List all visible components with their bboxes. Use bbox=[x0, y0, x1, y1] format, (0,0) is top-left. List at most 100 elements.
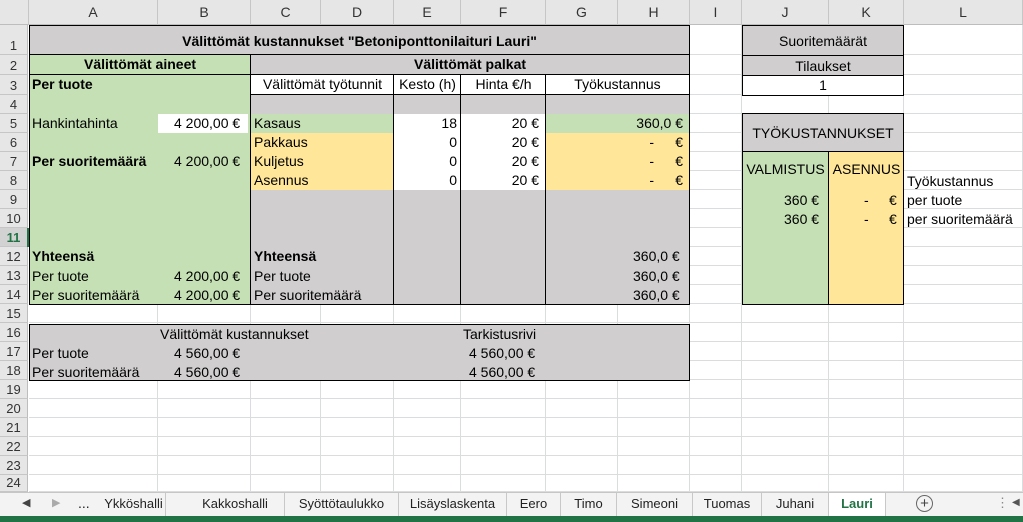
aineet-sum-per-suorite-value[interactable]: 4 200,00 € bbox=[174, 287, 240, 303]
sheet-tab-lauri[interactable]: Lauri bbox=[829, 493, 886, 518]
sheet-tab-tuomas[interactable]: Tuomas bbox=[693, 493, 762, 516]
summary-per-tuote-check[interactable]: 4 560,00 € bbox=[469, 345, 535, 361]
column-header-f[interactable]: F bbox=[461, 0, 546, 25]
palkat-row-name[interactable]: Asennus bbox=[251, 171, 393, 190]
summary-header[interactable]: Välittömät kustannukset bbox=[160, 326, 309, 342]
sheet-tab-ykköshalli[interactable]: Ykköshalli bbox=[102, 493, 166, 516]
palkat-header[interactable]: Välittömät palkat bbox=[251, 55, 690, 75]
asennus-header[interactable]: ASENNUS bbox=[829, 161, 904, 177]
palkat-row-name[interactable]: Kasaus bbox=[251, 114, 393, 133]
palkat-sum-per-tuote-value[interactable]: 360,0 € bbox=[633, 268, 680, 284]
palkat-row-name[interactable]: Kuljetus bbox=[251, 152, 393, 171]
sheet-tab-lisäyslaskenta[interactable]: Lisäyslaskenta bbox=[399, 493, 507, 516]
row-header-10[interactable]: 10 bbox=[0, 209, 28, 228]
row-header-15[interactable]: 15 bbox=[0, 304, 28, 323]
column-header-e[interactable]: E bbox=[394, 0, 461, 25]
palkat-row-hinta[interactable]: 20 € bbox=[461, 114, 545, 133]
tab-scroll-left-icon[interactable]: ◀ bbox=[22, 496, 30, 509]
column-header-j[interactable]: J bbox=[742, 0, 829, 25]
valmistus-per-tuote[interactable]: 360 € bbox=[784, 192, 819, 208]
column-header-d[interactable]: D bbox=[321, 0, 394, 25]
aineet-per-suoritemaara-label[interactable]: Per suoritemäärä bbox=[32, 153, 146, 169]
tyokustannukset-header[interactable]: TYÖKUSTANNUKSET bbox=[742, 113, 904, 152]
hankintahinta-label[interactable]: Hankintahinta bbox=[32, 115, 118, 131]
row-header-19[interactable]: 19 bbox=[0, 380, 28, 399]
row-header-12[interactable]: 12 bbox=[0, 247, 28, 266]
valmistus-per-suorite[interactable]: 360 € bbox=[784, 211, 819, 227]
sheet-tab-syöttötaulukko[interactable]: Syöttötaulukko bbox=[285, 493, 399, 516]
tab-more-button[interactable]: ... bbox=[78, 495, 90, 511]
asennus-per-tuote[interactable]: - bbox=[864, 192, 869, 208]
tarkistus-header[interactable]: Tarkistusrivi bbox=[463, 326, 536, 342]
column-header-k[interactable]: K bbox=[829, 0, 904, 25]
row-header-3[interactable]: 3 bbox=[0, 75, 28, 95]
column-header-h[interactable]: H bbox=[618, 0, 690, 25]
row-header-8[interactable]: 8 bbox=[0, 171, 28, 190]
summary-per-suorite-check[interactable]: 4 560,00 € bbox=[469, 364, 535, 380]
col-hinta[interactable]: Hinta €/h bbox=[461, 76, 546, 92]
sheet-tab-eero[interactable]: Eero bbox=[507, 493, 561, 516]
row-header-18[interactable]: 18 bbox=[0, 361, 28, 380]
sheet-tab-juhani[interactable]: Juhani bbox=[762, 493, 829, 516]
palkat-row-cost[interactable]: € - bbox=[546, 152, 689, 171]
summary-per-suorite-value[interactable]: 4 560,00 € bbox=[174, 364, 240, 380]
col-tyokustannus[interactable]: Työkustannus bbox=[546, 76, 689, 92]
row-header-23[interactable]: 23 bbox=[0, 456, 28, 475]
palkat-yhteensa[interactable]: Yhteensä bbox=[254, 248, 316, 264]
aineet-per-tuote[interactable]: Per tuote bbox=[32, 76, 93, 92]
summary-per-tuote-value[interactable]: 4 560,00 € bbox=[174, 345, 240, 361]
row-header-21[interactable]: 21 bbox=[0, 418, 28, 437]
row-header-6[interactable]: 6 bbox=[0, 133, 28, 152]
row-header-2[interactable]: 2 bbox=[0, 55, 28, 75]
aineet-per-suoritemaara-value[interactable]: 4 200,00 € bbox=[174, 153, 240, 169]
palkat-row-kesto[interactable]: 0 bbox=[394, 133, 460, 152]
label-tyokustannus[interactable]: Työkustannus bbox=[907, 173, 993, 189]
row-header-1[interactable]: 1 bbox=[0, 25, 28, 55]
row-header-24[interactable]: 24 bbox=[0, 475, 28, 492]
row-header-13[interactable]: 13 bbox=[0, 266, 28, 285]
palkat-row-cost[interactable]: € - bbox=[546, 133, 689, 152]
palkat-row-cost[interactable]: € - bbox=[546, 171, 689, 190]
column-header-g[interactable]: G bbox=[546, 0, 618, 25]
palkat-row-kesto[interactable]: 0 bbox=[394, 152, 460, 171]
row-header-17[interactable]: 17 bbox=[0, 342, 28, 361]
sheet-tab-kakkoshalli[interactable]: Kakkoshalli bbox=[186, 493, 285, 516]
row-header-5[interactable]: 5 bbox=[0, 114, 28, 133]
col-tyotunnit[interactable]: Välittömät työtunnit bbox=[251, 76, 394, 92]
row-header-9[interactable]: 9 bbox=[0, 190, 28, 209]
hscroll-left-icon[interactable]: ◀ bbox=[1012, 497, 1020, 508]
palkat-row-name[interactable]: Pakkaus bbox=[251, 133, 393, 152]
tilaukset-label[interactable]: Tilaukset bbox=[742, 55, 904, 76]
tab-scroll-right-icon[interactable]: ▶ bbox=[52, 496, 60, 509]
valmistus-header[interactable]: VALMISTUS bbox=[742, 161, 829, 177]
palkat-sum-per-tuote-label[interactable]: Per tuote bbox=[254, 268, 311, 284]
summary-per-tuote-label[interactable]: Per tuote bbox=[32, 345, 89, 361]
palkat-sum-per-suorite-label[interactable]: Per suoritemäärä bbox=[254, 287, 361, 303]
palkat-row-kesto[interactable]: 0 bbox=[394, 171, 460, 190]
asennus-per-suorite[interactable]: - bbox=[864, 211, 869, 227]
row-header-20[interactable]: 20 bbox=[0, 399, 28, 418]
palkat-row-cost[interactable]: 360,0 € bbox=[546, 114, 689, 133]
row-header-16[interactable]: 16 bbox=[0, 323, 28, 342]
add-sheet-icon[interactable]: + bbox=[916, 495, 933, 512]
palkat-row-hinta[interactable]: 20 € bbox=[461, 152, 545, 171]
row-header-14[interactable]: 14 bbox=[0, 285, 28, 304]
column-header-i[interactable]: I bbox=[690, 0, 742, 25]
row-header-4[interactable]: 4 bbox=[0, 95, 28, 114]
sheet-tab-timo[interactable]: Timo bbox=[561, 493, 617, 516]
column-header-l[interactable]: L bbox=[904, 0, 1023, 25]
col-kesto[interactable]: Kesto (h) bbox=[394, 76, 461, 92]
aineet-header[interactable]: Välittömät aineet bbox=[29, 55, 251, 75]
aineet-sum-per-suorite-label[interactable]: Per suoritemäärä bbox=[32, 287, 139, 303]
select-all-corner[interactable] bbox=[0, 0, 29, 25]
column-header-c[interactable]: C bbox=[251, 0, 321, 25]
column-header-a[interactable]: A bbox=[29, 0, 158, 25]
aineet-sum-per-tuote-label[interactable]: Per tuote bbox=[32, 268, 89, 284]
suorite-header[interactable]: Suoritemäärät bbox=[742, 25, 904, 56]
palkat-row-kesto[interactable]: 18 bbox=[394, 114, 460, 133]
label-per-tuote[interactable]: per tuote bbox=[907, 192, 962, 208]
sheet-tab-simeoni[interactable]: Simeoni bbox=[617, 493, 693, 516]
more-options-icon[interactable]: ⋮ bbox=[996, 495, 1009, 511]
title-cell[interactable]: Välittömät kustannukset "Betoniponttonil… bbox=[29, 25, 690, 55]
palkat-row-hinta[interactable]: 20 € bbox=[461, 171, 545, 190]
